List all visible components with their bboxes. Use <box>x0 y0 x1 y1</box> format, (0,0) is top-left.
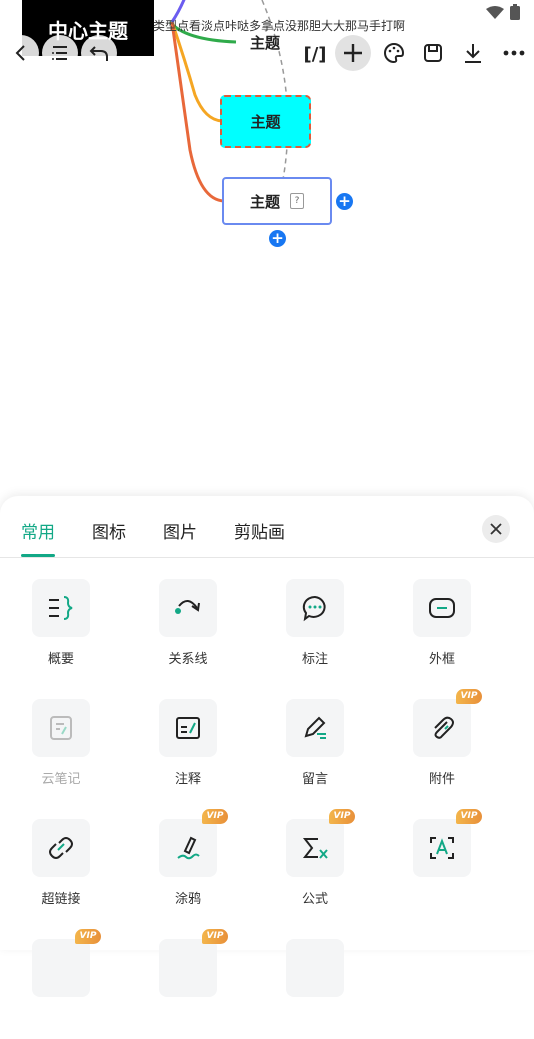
close-icon <box>490 523 502 535</box>
tab-images[interactable]: 图片 <box>163 518 197 543</box>
tool-comment[interactable]: 留言 <box>265 699 365 799</box>
panel-tabs: 常用 图标 图片 剪贴画 <box>0 496 534 558</box>
topic-node-active[interactable]: 主题 ? <box>222 177 332 225</box>
cloud-note-icon <box>32 699 90 757</box>
add-button[interactable] <box>335 35 371 71</box>
relation-line-icon <box>159 579 217 637</box>
vip-badge: VIP <box>456 809 482 824</box>
vip-badge: VIP <box>329 809 355 824</box>
chevron-left-icon <box>15 45 25 61</box>
vip-badge: VIP <box>456 689 482 704</box>
tool-summary[interactable]: 概要 <box>11 579 111 679</box>
connection-lines <box>168 0 289 203</box>
comment-icon <box>286 699 344 757</box>
vip-badge: VIP <box>202 929 228 944</box>
more-icon <box>503 50 525 56</box>
callout-icon <box>286 579 344 637</box>
vip-badge: VIP <box>202 809 228 824</box>
save-button[interactable] <box>420 40 446 66</box>
topic-node-selected[interactable]: 主题 <box>220 95 311 148</box>
active-tab-indicator <box>21 554 55 557</box>
tool-boundary[interactable]: 外框 <box>392 579 492 679</box>
center-topic-label: 中心主题 <box>48 18 128 43</box>
tool-text-recognition[interactable]: VIP <box>392 809 492 919</box>
boundary-icon <box>413 579 471 637</box>
note-icon[interactable]: ? <box>290 193 304 209</box>
topic-node[interactable]: 主题 <box>236 30 294 54</box>
tool-partial[interactable]: VIP <box>138 929 238 1039</box>
link-icon <box>32 819 90 877</box>
tab-icons[interactable]: 图标 <box>92 518 126 543</box>
more-button[interactable] <box>500 40 528 66</box>
tool-attachment[interactable]: VIP 附件 <box>392 689 492 799</box>
format-button[interactable]: [/] <box>300 40 330 68</box>
tool-icon <box>286 939 344 997</box>
summary-icon <box>32 579 90 637</box>
save-icon <box>424 44 442 62</box>
paperclip-icon <box>413 699 471 757</box>
add-sibling-button[interactable]: + <box>336 193 353 210</box>
battery-icon <box>510 4 520 24</box>
style-button[interactable] <box>381 40 407 66</box>
tool-cloud-note[interactable]: 云笔记 <box>11 699 111 799</box>
wifi-icon <box>486 5 504 24</box>
annotation-icon <box>159 699 217 757</box>
tool-hyperlink[interactable]: 超链接 <box>11 819 111 919</box>
tool-relation-line[interactable]: 关系线 <box>138 579 238 679</box>
tool-callout[interactable]: 标注 <box>265 579 365 679</box>
tool-doodle[interactable]: VIP 涂鸦 <box>138 809 238 919</box>
tool-formula[interactable]: VIP 公式 <box>265 809 365 919</box>
add-child-button[interactable]: + <box>269 230 286 247</box>
plus-icon <box>344 44 362 62</box>
formula-icon <box>286 819 344 877</box>
vip-badge: VIP <box>75 929 101 944</box>
text-recognition-icon <box>413 819 471 877</box>
undo-icon <box>89 46 108 61</box>
export-button[interactable] <box>460 40 486 66</box>
doodle-icon <box>159 819 217 877</box>
palette-icon <box>384 42 405 64</box>
mindmap-canvas[interactable]: 中心主题 类型点看淡点咔哒多拿点没那胆大大那马手打啊 [/] 主题 主题 主题 … <box>0 0 534 500</box>
list-icon <box>52 46 67 60</box>
back-button[interactable] <box>3 35 39 71</box>
insert-panel: 常用 图标 图片 剪贴画 概要 关系线 标注 外框 云笔记 注释 留言 VIP … <box>0 496 534 997</box>
tool-icon <box>32 939 90 997</box>
tool-partial[interactable]: VIP <box>11 929 111 1039</box>
tool-partial[interactable] <box>265 939 365 1039</box>
status-bar <box>486 4 520 24</box>
tab-clipart[interactable]: 剪贴画 <box>234 518 285 543</box>
tool-annotation[interactable]: 注释 <box>138 699 238 799</box>
close-button[interactable] <box>482 515 510 543</box>
tab-common[interactable]: 常用 <box>21 518 55 543</box>
download-icon <box>465 44 481 63</box>
tool-icon <box>159 939 217 997</box>
